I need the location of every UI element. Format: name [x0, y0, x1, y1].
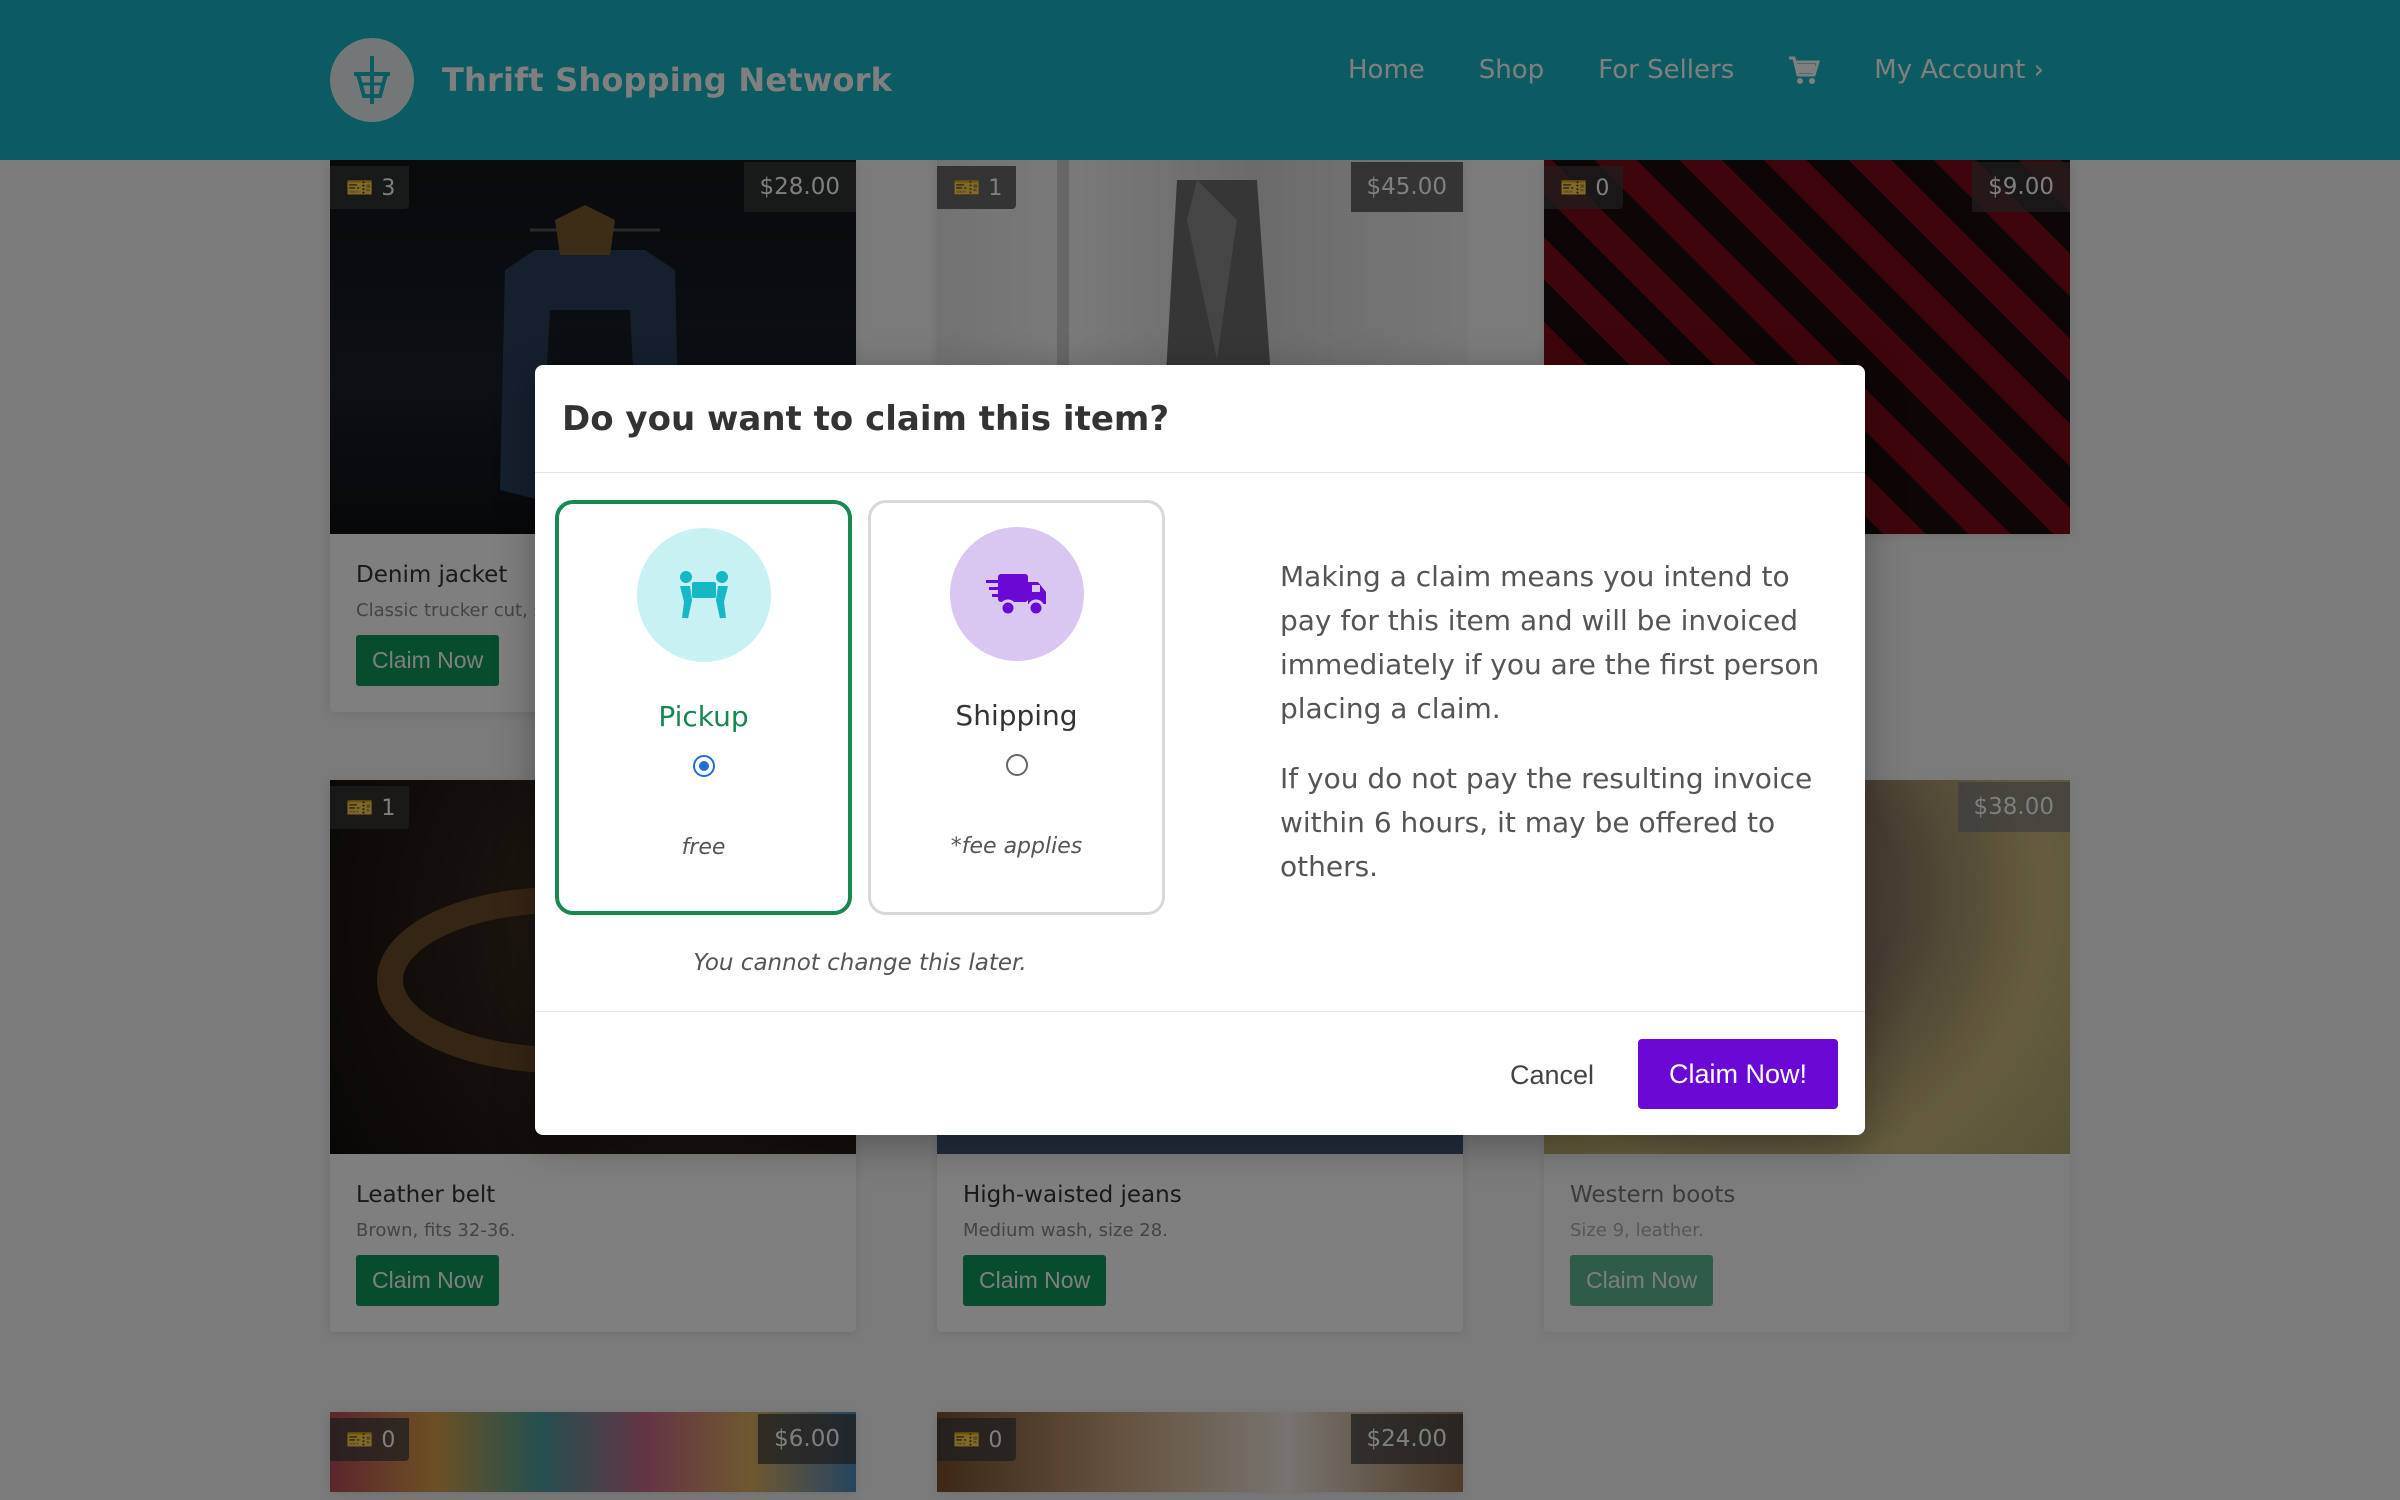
pickup-label: Pickup — [658, 700, 749, 733]
pickup-note: free — [681, 835, 726, 860]
cancel-button[interactable]: Cancel — [1510, 1060, 1594, 1091]
claim-now-confirm-button[interactable]: Claim Now! — [1638, 1039, 1838, 1109]
shipping-label: Shipping — [955, 699, 1078, 732]
claim-info-paragraph: Making a claim means you intend to pay f… — [1280, 560, 1820, 725]
pickup-icon — [636, 528, 771, 662]
claim-info-paragraph: If you do not pay the resulting invoice … — [1280, 762, 1813, 883]
claim-info: Making a claim means you intend to pay f… — [1280, 555, 1820, 889]
delivery-warning: You cannot change this later. — [693, 950, 1027, 976]
shipping-radio[interactable] — [1005, 754, 1028, 776]
claim-dialog: Do you want to claim this item? Pickup f… — [535, 365, 1865, 1135]
shipping-option[interactable]: Shipping *fee applies — [868, 500, 1165, 915]
dialog-header: Do you want to claim this item? — [535, 365, 1865, 473]
pickup-radio[interactable] — [692, 755, 715, 777]
shipping-note: *fee applies — [950, 834, 1083, 859]
pickup-option[interactable]: Pickup free — [555, 500, 852, 915]
shipping-truck-icon — [949, 527, 1084, 661]
dialog-footer: Cancel Claim Now! — [535, 1011, 1865, 1135]
dialog-title: Do you want to claim this item? — [562, 398, 1170, 439]
